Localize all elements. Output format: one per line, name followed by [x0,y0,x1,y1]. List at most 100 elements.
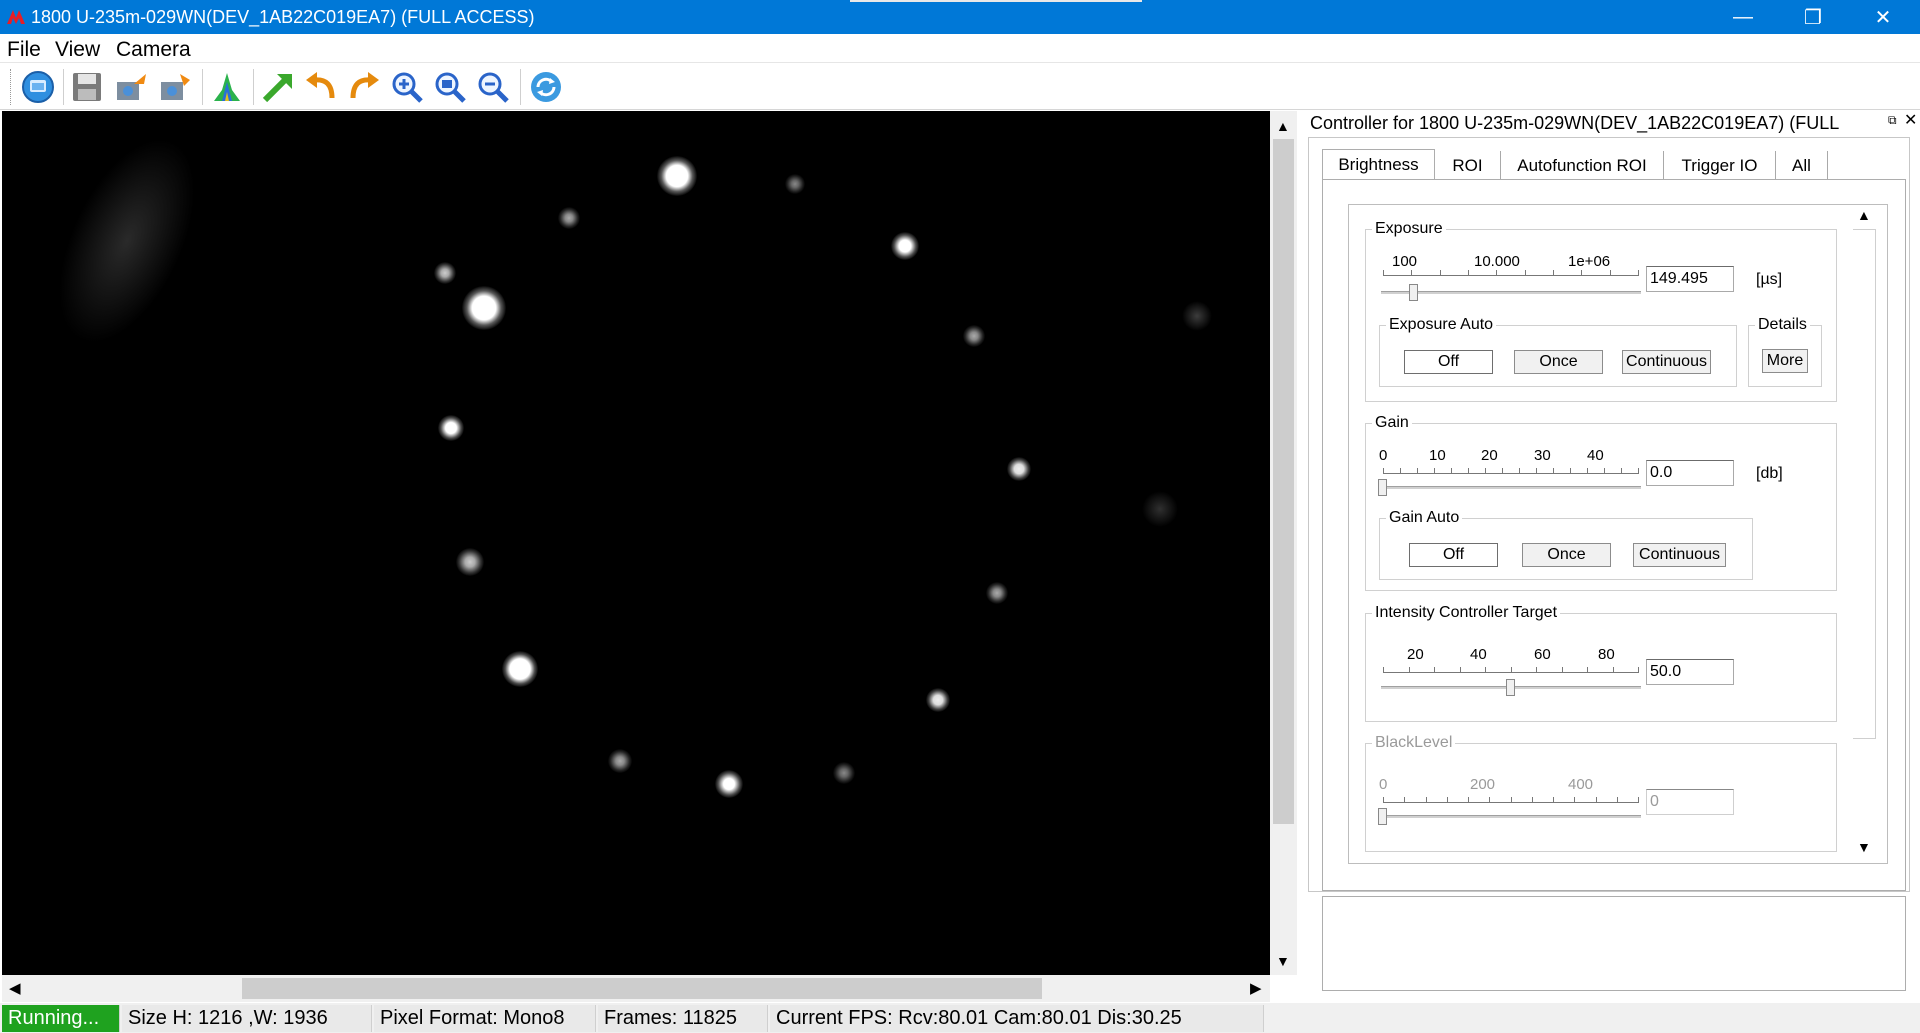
undo-icon[interactable] [302,68,340,106]
intensity-tick-label: 40 [1470,646,1487,663]
light-spot [558,207,580,229]
scroll-right-arrow-icon[interactable]: ▶ [1250,979,1262,997]
title-bar: 1800 U-235m-029WN(DEV_1AB22C019EA7) (FUL… [0,0,1920,34]
slider-tick [1617,797,1618,803]
settings-vertical-scrollbar[interactable]: ▲ ▼ [1851,205,1887,863]
slider-tick [1434,667,1435,673]
slider-tick [1638,468,1639,474]
tab-autofunction-roi[interactable]: Autofunction ROI [1501,151,1664,180]
minimize-button[interactable]: — [1708,0,1778,34]
app-logo-icon [7,10,25,24]
details-legend: Details [1758,316,1807,333]
menu-camera[interactable]: Camera [116,38,191,62]
exposure-slider-track[interactable] [1381,291,1641,294]
slider-tick [1519,468,1520,474]
slider-tick [1485,667,1486,673]
intensity-value-field[interactable]: 50.0 [1646,659,1734,685]
slider-tick [1468,270,1469,276]
close-window-button[interactable]: ✕ [1848,0,1918,34]
scroll-left-arrow-icon[interactable]: ◀ [9,979,21,997]
slider-tick [1553,797,1554,803]
scrollbar-thumb[interactable] [242,978,1042,999]
light-spot [926,688,950,712]
viewer-vertical-scrollbar[interactable]: ▲ ▼ [1270,111,1297,975]
scroll-up-arrow-icon[interactable]: ▲ [1857,207,1871,223]
gain-auto-off-button[interactable]: Off [1409,543,1498,567]
fit-window-icon[interactable] [259,68,297,106]
scroll-down-arrow-icon[interactable]: ▼ [1857,839,1871,855]
gain-value-field[interactable]: 0.0 [1646,460,1734,486]
menu-view[interactable]: View [55,38,100,62]
camera-image-view[interactable] [2,111,1270,975]
gain-tick-marks [1383,468,1639,474]
slider-tick [1621,468,1622,474]
export-settings-icon[interactable] [156,68,194,106]
exposure-auto-continuous-button[interactable]: Continuous [1622,350,1711,374]
tab-brightness[interactable]: Brightness [1322,149,1435,180]
exposure-value-field[interactable]: 149.495 [1646,266,1734,292]
gain-slider-handle[interactable] [1378,479,1387,496]
status-pixel-format: Pixel Format: Mono8 [374,1005,596,1032]
slider-tick [1485,468,1486,474]
gain-slider-track[interactable] [1381,486,1641,489]
gain-auto-once-button[interactable]: Once [1522,543,1611,567]
gain-tick-label: 0 [1379,447,1388,464]
maximize-button[interactable]: ❐ [1778,0,1848,34]
open-camera-icon[interactable] [19,68,57,106]
light-spot [785,174,805,194]
light-spot [1182,301,1212,331]
redo-icon[interactable] [345,68,383,106]
window-title: 1800 U-235m-029WN(DEV_1AB22C019EA7) (FUL… [31,7,535,27]
title-highlight-strip [850,0,1142,2]
slider-tick [1496,270,1497,276]
tab-trigger-io[interactable]: Trigger IO [1664,151,1776,180]
scroll-up-arrow-icon[interactable]: ▲ [1276,118,1290,134]
slider-tick [1383,667,1384,673]
tab-all[interactable]: All [1776,151,1828,180]
slider-tick [1638,797,1639,803]
status-running: Running... [2,1005,120,1032]
import-settings-icon[interactable] [112,68,150,106]
light-spot [963,325,985,347]
close-panel-icon[interactable]: ✕ [1904,110,1917,130]
zoom-in-icon[interactable] [388,68,426,106]
menu-file[interactable]: File [7,38,41,62]
slider-tick [1434,468,1435,474]
slider-tick [1587,667,1588,673]
toolbar-grip [10,69,13,105]
intensity-slider-handle[interactable] [1506,679,1515,696]
light-spot [715,770,743,798]
light-spot [434,262,456,284]
scroll-down-arrow-icon[interactable]: ▼ [1276,953,1290,969]
exposure-slider-handle[interactable] [1409,284,1418,301]
exposure-auto-once-button[interactable]: Once [1514,350,1603,374]
slider-tick [1574,797,1575,803]
toolbar-separator [253,69,254,105]
toolbar [0,63,1920,110]
scrollbar-thumb[interactable] [1273,139,1294,824]
exposure-tick-label: 1e+06 [1568,253,1611,270]
message-log-area [1322,896,1906,991]
slider-tick [1511,797,1512,803]
slider-tick [1468,468,1469,474]
status-fps: Current FPS: Rcv:80.01 Cam:80.01 Dis:30.… [770,1005,1264,1032]
refresh-icon[interactable] [527,68,565,106]
gain-tick-label: 40 [1587,447,1604,464]
save-icon[interactable] [68,68,106,106]
viewer-horizontal-scrollbar[interactable]: ◀ ▶ [2,975,1270,1002]
scrollbar-thumb[interactable] [1853,229,1876,739]
slider-tick [1638,270,1639,276]
slider-tick [1511,667,1512,673]
intensity-tick-label: 80 [1598,646,1615,663]
tab-roi[interactable]: ROI [1435,151,1501,180]
histogram-icon[interactable] [208,68,246,106]
more-details-button[interactable]: More [1762,349,1808,373]
slider-tick [1411,270,1412,276]
intensity-target-legend: Intensity Controller Target [1375,604,1558,621]
zoom-out-icon[interactable] [474,68,512,106]
float-panel-icon[interactable]: ⧉ [1888,113,1897,128]
gain-auto-continuous-button[interactable]: Continuous [1633,543,1726,567]
exposure-auto-off-button[interactable]: Off [1404,350,1493,374]
slider-tick [1570,468,1571,474]
zoom-fit-icon[interactable] [431,68,469,106]
